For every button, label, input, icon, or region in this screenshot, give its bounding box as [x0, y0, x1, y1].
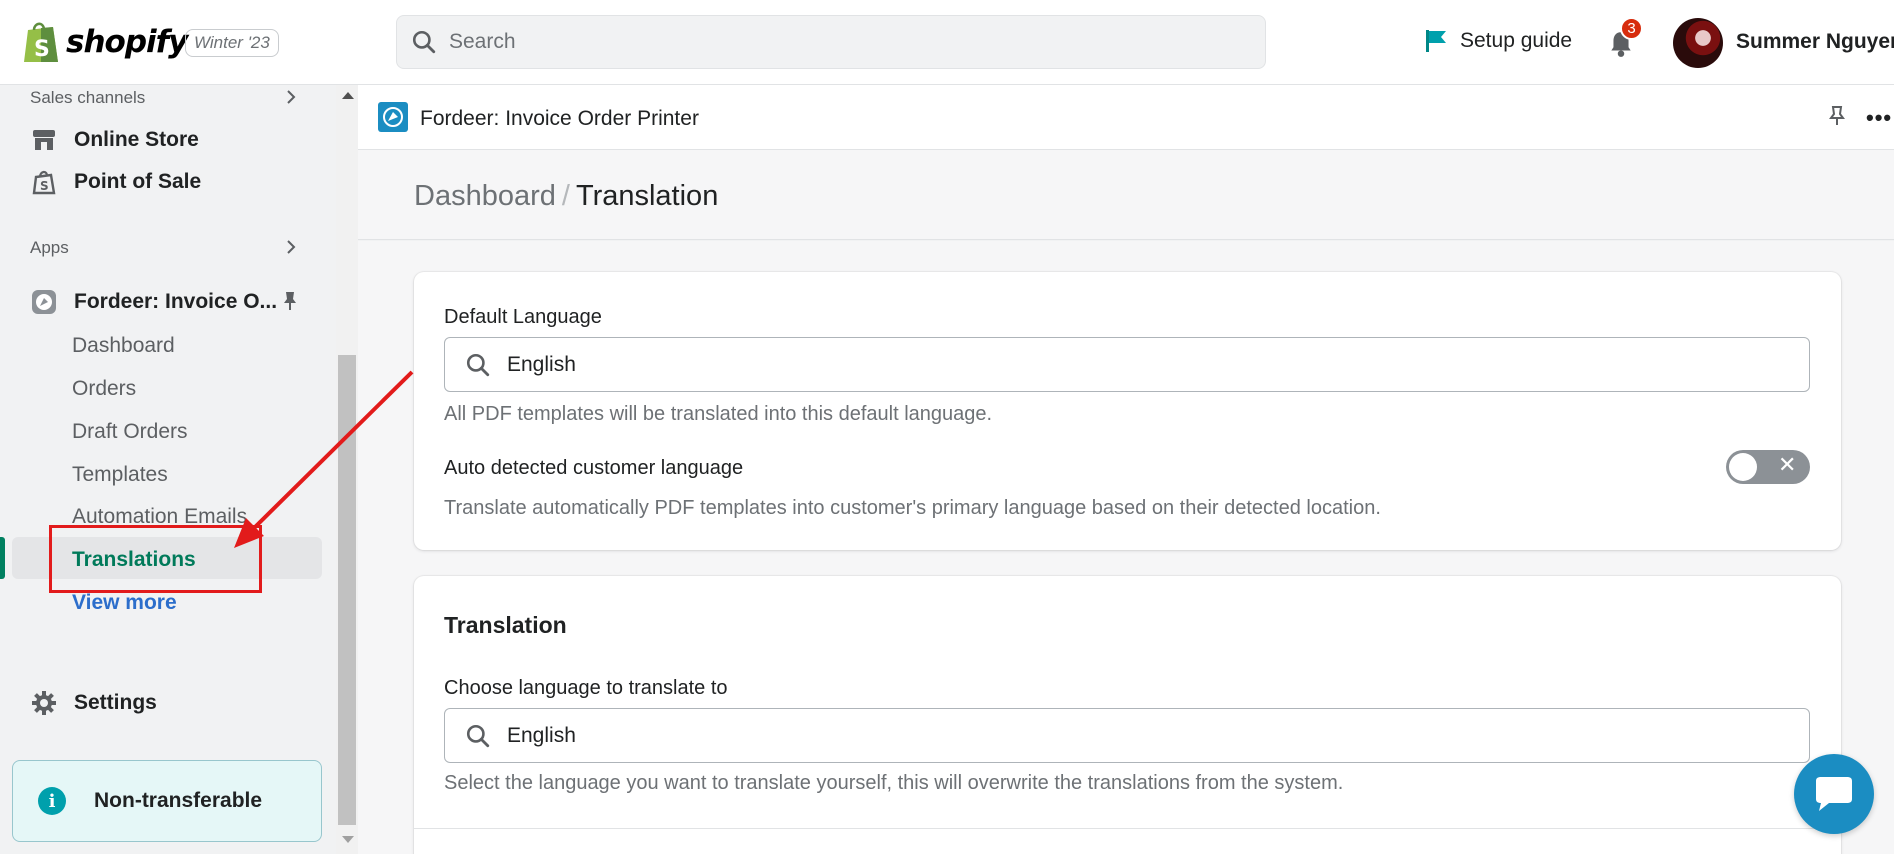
pin-icon[interactable]	[281, 290, 299, 312]
brand-name: shopify	[66, 24, 188, 60]
scroll-up-arrow[interactable]	[342, 92, 354, 99]
notification-badge: 3	[1620, 17, 1643, 40]
store-icon	[30, 126, 58, 154]
avatar[interactable]	[1673, 18, 1723, 68]
setup-guide-label: Setup guide	[1460, 29, 1573, 52]
fordeer-logo	[378, 102, 408, 132]
auto-detect-label: Auto detected customer language	[444, 457, 744, 479]
sidebar-item-settings[interactable]: Settings	[30, 689, 157, 717]
scrollbar-thumb[interactable]	[338, 355, 356, 825]
svg-text:S: S	[40, 179, 49, 193]
auto-detect-toggle[interactable]: ✕	[1726, 450, 1810, 484]
default-language-field[interactable]: English	[444, 337, 1810, 392]
close-icon: ✕	[1778, 452, 1797, 477]
user-name[interactable]: Summer Nguyen	[1736, 30, 1894, 54]
chevron-right-icon[interactable]	[283, 88, 299, 106]
version-badge: Winter '23	[185, 29, 279, 57]
banner-label: Non-transferable	[94, 789, 263, 812]
sidebar-item-point-of-sale[interactable]: S Point of Sale	[30, 168, 201, 196]
page-title: Translation	[575, 180, 719, 212]
sidebar	[0, 85, 336, 854]
breadcrumb-parent[interactable]: Dashboard	[414, 180, 556, 212]
card-divider	[414, 828, 1841, 829]
toggle-knob	[1729, 453, 1757, 481]
chat-icon	[1816, 777, 1852, 811]
sidebar-item-fordeer-app[interactable]: Fordeer: Invoice O...	[30, 288, 277, 316]
choose-language-field[interactable]: English	[444, 708, 1810, 763]
search-icon	[412, 30, 436, 54]
default-language-label: Default Language	[444, 306, 602, 328]
top-bar: S shopify Winter '23 Search Setup guide …	[0, 0, 1894, 85]
view-more-link[interactable]: View more	[72, 591, 177, 615]
pos-bag-icon: S	[30, 168, 58, 196]
sidebar-item-label: Settings	[74, 691, 157, 714]
apps-title: Apps	[30, 238, 69, 257]
gear-icon	[30, 689, 58, 717]
choose-language-help: Select the language you want to translat…	[444, 772, 1344, 794]
translation-card: Translation Choose language to translate…	[414, 576, 1841, 854]
active-item-indicator	[0, 537, 5, 579]
chat-button[interactable]	[1794, 754, 1874, 834]
setup-guide-button[interactable]: Setup guide	[1424, 28, 1572, 54]
shopify-logo[interactable]: S shopify	[22, 20, 188, 64]
more-actions-icon[interactable]: •••	[1866, 105, 1892, 131]
pin-icon[interactable]	[1828, 105, 1846, 127]
svg-text:S: S	[34, 37, 50, 62]
sidebar-subitem-dashboard[interactable]: Dashboard	[72, 334, 175, 358]
default-language-value: English	[507, 352, 576, 376]
sidebar-subitem-templates[interactable]: Templates	[72, 463, 168, 487]
annotation-highlight-box	[49, 525, 262, 593]
choose-language-value: English	[507, 723, 576, 747]
search-icon	[466, 353, 490, 376]
breadcrumb-separator: /	[561, 180, 570, 212]
translation-card-title: Translation	[444, 612, 567, 638]
search-bar[interactable]: Search	[396, 15, 1266, 69]
app-name-label: Fordeer: Invoice O...	[74, 290, 278, 313]
info-icon: i	[38, 787, 66, 815]
default-language-card: Default Language English All PDF templat…	[414, 272, 1841, 550]
search-icon	[466, 724, 490, 747]
choose-language-label: Choose language to translate to	[444, 677, 728, 699]
breadcrumb: Dashboard / Translation	[414, 180, 718, 213]
flag-icon	[1426, 30, 1446, 52]
sidebar-item-label: Point of Sale	[74, 170, 202, 193]
default-language-help: All PDF templates will be translated int…	[444, 403, 993, 425]
sidebar-subitem-orders[interactable]: Orders	[72, 377, 136, 401]
fordeer-app-icon	[30, 288, 58, 316]
scroll-down-arrow[interactable]	[342, 836, 354, 843]
sidebar-subitem-draft-orders[interactable]: Draft Orders	[72, 420, 188, 444]
sales-channels-title: Sales channels	[30, 88, 146, 107]
app-title: Fordeer: Invoice Order Printer	[420, 107, 699, 130]
auto-detect-help: Translate automatically PDF templates in…	[444, 497, 1381, 519]
chevron-right-icon[interactable]	[283, 238, 299, 256]
shopify-bag-icon: S	[22, 20, 60, 64]
non-transferable-banner[interactable]: i Non-transferable	[12, 760, 322, 842]
search-placeholder: Search	[449, 30, 516, 53]
sidebar-item-label: Online Store	[74, 128, 199, 151]
sidebar-item-online-store[interactable]: Online Store	[30, 126, 199, 154]
